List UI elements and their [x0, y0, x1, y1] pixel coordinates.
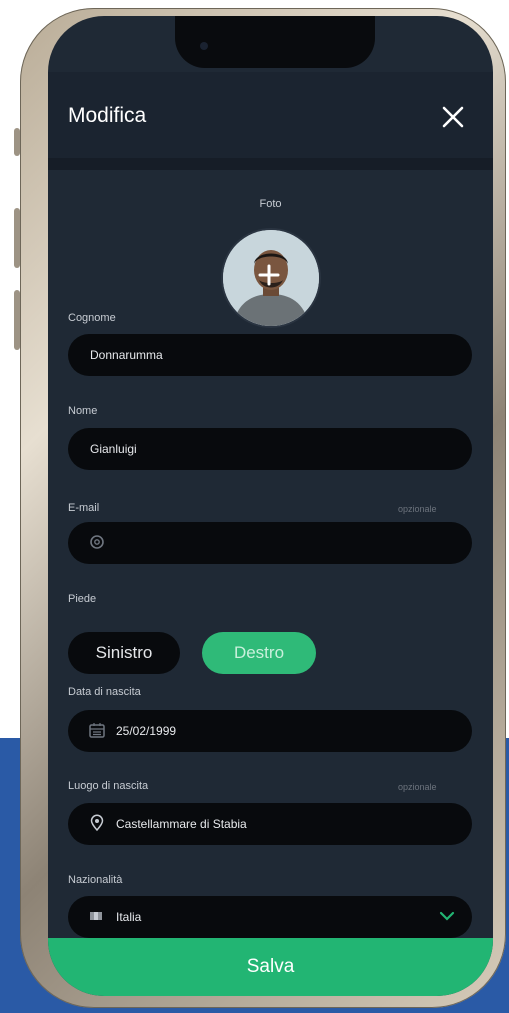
luogo-nascita-optional-hint: opzionale — [398, 782, 437, 792]
nazionalita-select[interactable]: Italia — [68, 896, 472, 938]
piede-label: Piede — [68, 593, 97, 605]
email-optional-hint: opzionale — [398, 504, 437, 514]
luogo-nascita-label: Luogo di nascita — [68, 780, 149, 792]
phone-screen: Modifica Foto Cognome Donnarumma Nome Gi… — [48, 16, 493, 996]
nome-value: Gianluigi — [90, 442, 137, 456]
cognome-label: Cognome — [68, 312, 116, 324]
piede-option-destro[interactable]: Destro — [202, 632, 316, 674]
email-label: E-mail — [68, 502, 100, 514]
nome-field[interactable]: Gianluigi — [68, 428, 472, 470]
chevron-down-icon[interactable] — [438, 907, 456, 925]
add-photo-plus-icon[interactable] — [257, 263, 281, 287]
data-nascita-value: 25/02/1999 — [116, 724, 177, 738]
email-field[interactable] — [68, 522, 472, 564]
calendar-icon — [89, 723, 105, 738]
photo-label: Foto — [259, 198, 282, 210]
at-icon — [90, 535, 104, 549]
close-icon[interactable] — [440, 104, 466, 130]
data-nascita-label: Data di nascita — [68, 686, 141, 698]
save-button[interactable]: Salva — [48, 938, 493, 996]
cognome-value: Donnarumma — [90, 348, 163, 362]
volume-down-button — [14, 290, 20, 350]
camera-icon — [200, 42, 208, 50]
data-nascita-field[interactable]: 25/02/1999 — [68, 710, 472, 752]
location-pin-icon — [90, 814, 104, 832]
nome-label: Nome — [68, 405, 98, 417]
volume-up-button — [14, 208, 20, 268]
page-title: Modifica — [68, 104, 147, 127]
luogo-nascita-value: Castellammare di Stabia — [116, 817, 247, 831]
header-divider — [48, 158, 493, 170]
flag-icon — [90, 912, 102, 920]
nazionalita-label: Nazionalità — [68, 874, 123, 886]
nazionalita-value: Italia — [116, 910, 142, 924]
luogo-nascita-field[interactable]: Castellammare di Stabia — [68, 803, 472, 845]
silent-switch — [14, 128, 20, 156]
piede-option-sinistro[interactable]: Sinistro — [68, 632, 180, 674]
cognome-field[interactable]: Donnarumma — [68, 334, 472, 376]
